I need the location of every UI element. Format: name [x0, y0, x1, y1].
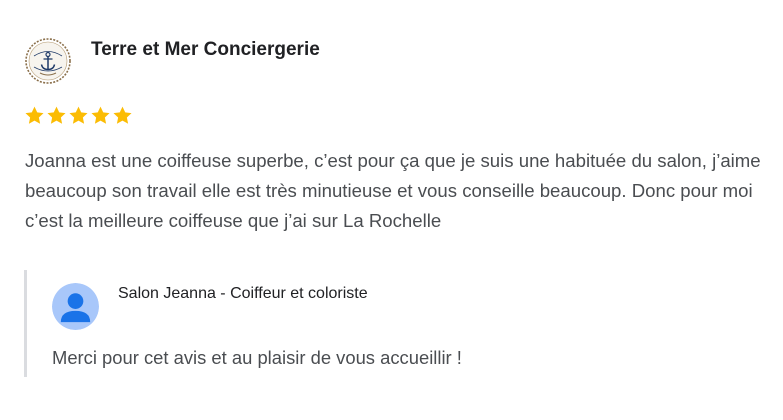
star-icon — [113, 106, 132, 124]
review-card: Terre et Mer Conciergerie Joanna est une… — [0, 0, 783, 420]
reply-text: Merci pour cet avis et au plaisir de vou… — [52, 347, 462, 368]
owner-name: Salon Jeanna - Coiffeur et coloriste — [118, 285, 368, 302]
review-text: Joanna est une coiffeuse superbe, c’est … — [25, 150, 761, 231]
owner-avatar — [52, 283, 99, 330]
anchor-logo-icon — [24, 37, 72, 85]
author-avatar[interactable] — [24, 37, 72, 85]
star-rating — [24, 105, 133, 129]
default-person-icon — [52, 283, 99, 330]
star-icon — [91, 106, 110, 124]
author-name[interactable]: Terre et Mer Conciergerie — [91, 39, 320, 61]
star-icon — [25, 106, 44, 124]
star-icon — [69, 106, 88, 124]
star-icon — [47, 106, 66, 124]
